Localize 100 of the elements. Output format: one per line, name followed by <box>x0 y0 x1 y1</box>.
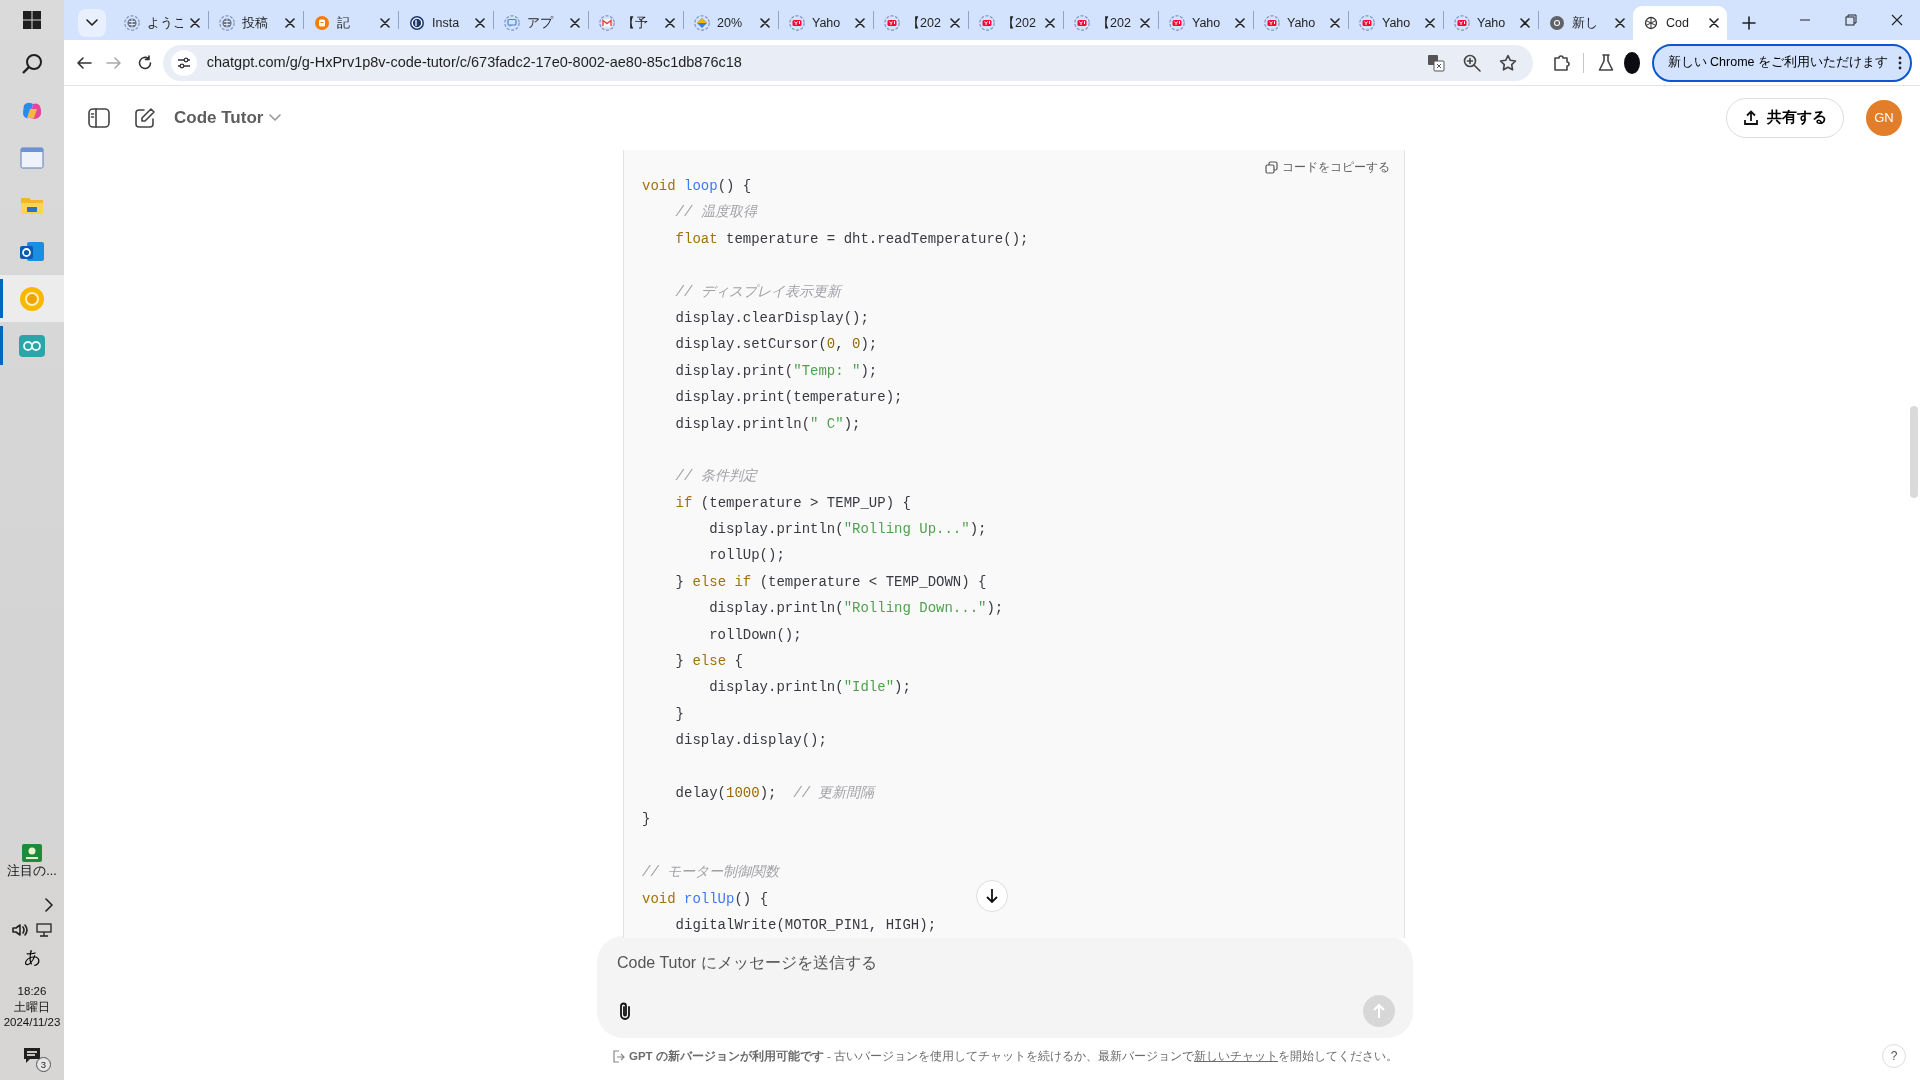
code-line: display.print("Temp: "); <box>674 361 878 381</box>
browser-tab[interactable]: Yaho <box>1159 6 1253 40</box>
site-settings-button[interactable] <box>170 49 197 76</box>
chevron-down-icon <box>269 114 282 122</box>
back-arrow-icon <box>76 54 93 71</box>
code-line: // 温度取得 <box>674 203 757 223</box>
code-line: display.setCursor(0, 0); <box>674 335 878 355</box>
browser-icon <box>1549 15 1565 31</box>
browser-tab[interactable]: Cod <box>1633 6 1727 40</box>
browser-tab[interactable]: Yaho <box>1349 6 1443 40</box>
chevron-right-icon <box>44 897 54 912</box>
message-input[interactable]: Code Tutor にメッセージを送信する <box>615 950 1395 976</box>
update-button[interactable]: 新しい Chrome をご利用いただけます <box>1651 43 1912 82</box>
model-menu-button[interactable]: Code Tutor <box>174 105 282 131</box>
code-line: rollUp(); <box>708 546 785 566</box>
browser-tab[interactable]: アプ <box>494 6 588 40</box>
close-tab-button[interactable] <box>1520 18 1530 28</box>
close-icon <box>570 18 580 28</box>
close-tab-button[interactable] <box>570 18 580 28</box>
close-tab-button[interactable] <box>1045 18 1055 28</box>
code-line: display.display(); <box>674 731 827 751</box>
code-line: // 条件判定 <box>674 467 757 487</box>
zoom-icon <box>1462 53 1481 72</box>
address-bar[interactable]: chatgpt.com/g/g-HxPrv1p8v-code-tutor/c/673fadc2-17e0-8002-ae80-85c1db876c18 <box>162 44 1533 81</box>
browser-tab[interactable]: 【202 <box>1064 6 1158 40</box>
code-line: display.print(temperature); <box>674 388 903 408</box>
close-tab-button[interactable] <box>380 18 390 28</box>
share-button[interactable]: 共有する <box>1726 98 1844 138</box>
copy-code-button[interactable]: コードをコピーする <box>1265 158 1390 176</box>
plus-icon <box>1742 16 1756 30</box>
logo-icon <box>979 15 995 31</box>
start-icon <box>23 11 41 29</box>
code-line: } else { <box>674 652 743 672</box>
code-line: void rollUp() { <box>642 889 769 909</box>
close-icon <box>855 18 865 28</box>
logo-icon <box>884 15 900 31</box>
translate-icon <box>1426 53 1445 72</box>
widget-button[interactable]: 注目の... <box>7 842 57 880</box>
code-line: } <box>674 704 684 724</box>
close-tab-button[interactable] <box>1140 18 1150 28</box>
logo-icon <box>409 15 425 31</box>
close-icon <box>1140 18 1150 28</box>
close-tab-button[interactable] <box>950 18 960 28</box>
network-icon <box>36 922 52 937</box>
close-tab-button[interactable] <box>190 18 200 28</box>
chevron-down-icon <box>86 19 98 27</box>
close-icon <box>1709 18 1719 28</box>
close-tab-button[interactable] <box>285 18 295 28</box>
logo-icon <box>1169 15 1185 31</box>
browser-tab[interactable]: Yaho <box>779 6 873 40</box>
tab-list-button[interactable] <box>78 9 106 37</box>
browser-tab[interactable]: 投稿 <box>209 6 303 40</box>
browser-tab[interactable]: 新し <box>1539 6 1633 40</box>
browser-tab[interactable]: 記 <box>304 6 398 40</box>
profile-avatar[interactable] <box>1623 51 1640 74</box>
close-icon <box>1330 18 1340 28</box>
close-tab-button[interactable] <box>665 18 675 28</box>
close-tab-button[interactable] <box>475 18 485 28</box>
puzzle-icon <box>1551 53 1570 72</box>
scrollbar-thumb[interactable] <box>1910 406 1918 498</box>
help-button[interactable]: ? <box>1882 1044 1906 1068</box>
close-tab-button[interactable] <box>1425 18 1435 28</box>
browser-tab[interactable]: 20% <box>684 6 778 40</box>
code-line: display.println("Rolling Down..."); <box>708 599 1004 619</box>
close-icon <box>190 18 200 28</box>
close-tab-button[interactable] <box>760 18 770 28</box>
close-tab-button[interactable] <box>1709 18 1719 28</box>
envelope-icon <box>599 15 615 31</box>
code-line: float temperature = dht.readTemperature(); <box>674 229 1029 249</box>
browser-tab[interactable]: Insta <box>399 6 493 40</box>
restore-icon <box>1845 14 1857 26</box>
browser-tab[interactable]: 【202 <box>874 6 968 40</box>
close-tab-button[interactable] <box>1615 18 1625 28</box>
close-tab-button[interactable] <box>1330 18 1340 28</box>
close-tab-button[interactable] <box>1235 18 1245 28</box>
browser-icon <box>19 285 45 312</box>
browser-tab[interactable]: ようこ <box>114 6 208 40</box>
close-icon <box>665 18 675 28</box>
picture-frame-icon <box>21 842 43 863</box>
browser-tab[interactable]: 【予 <box>589 6 683 40</box>
clock-day: 土曜日 <box>14 999 50 1016</box>
speaker-icon <box>12 922 28 937</box>
close-tab-button[interactable] <box>855 18 865 28</box>
footer-note: GPT の新バージョンが利用可能です - 古いバージョンを使用してチャットを続けるか、最新バージョンで新しいチャット を開始してください。 <box>628 1048 1399 1065</box>
close-icon <box>1045 18 1055 28</box>
paperclip-icon <box>618 1001 632 1021</box>
code-line: void loop() { <box>642 177 752 196</box>
close-icon <box>1425 18 1435 28</box>
down-arrow-icon <box>985 888 999 904</box>
browser-tab[interactable]: Yaho <box>1254 6 1348 40</box>
star-icon <box>1498 53 1517 72</box>
ime-indicator[interactable]: あ <box>23 944 41 971</box>
close-icon <box>1891 14 1903 26</box>
clock-date: 2024/11/23 <box>3 1015 61 1031</box>
new-chat-link[interactable]: 新しいチャット <box>1194 1050 1279 1062</box>
browser-tab[interactable]: 【202 <box>969 6 1063 40</box>
code-line: // ディスプレイ表示更新 <box>674 282 841 302</box>
code-line: delay(1000); // 更新間隔 <box>674 784 875 803</box>
close-icon <box>380 18 390 28</box>
browser-tab[interactable]: Yaho <box>1444 6 1538 40</box>
